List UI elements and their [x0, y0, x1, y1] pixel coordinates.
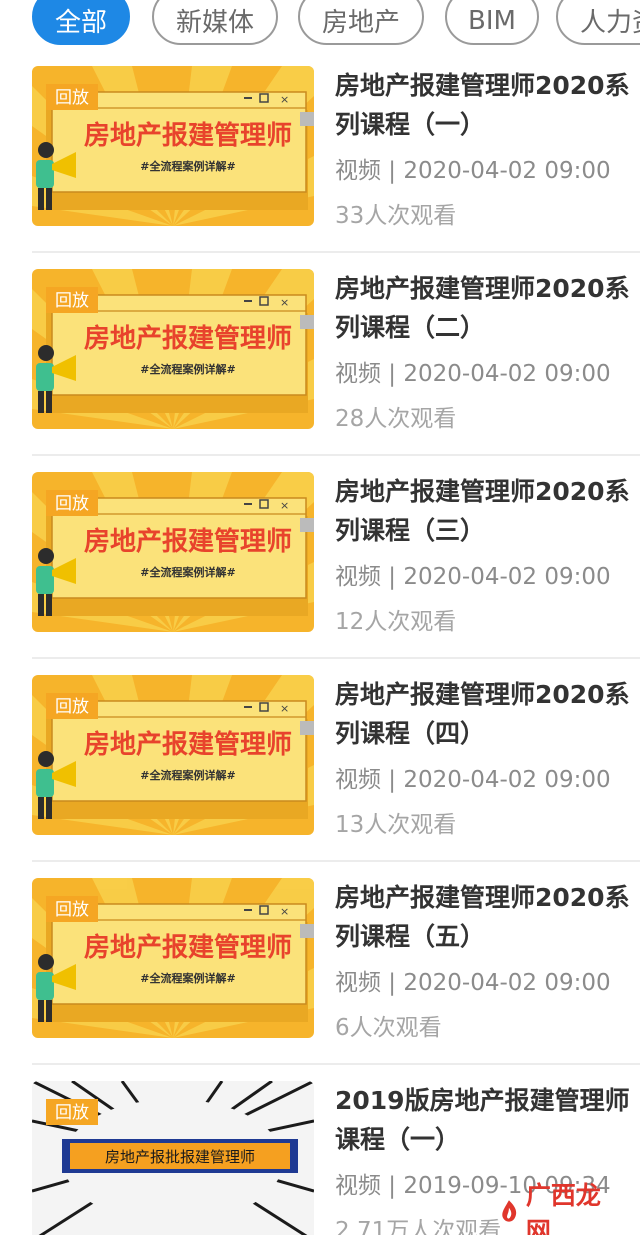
tab-real-estate[interactable]: 房地产	[298, 0, 424, 45]
course-title[interactable]: 房地产报建管理师2020系列课程（一）	[335, 66, 631, 144]
poster-banner-text: 房地产报建管理师	[84, 323, 292, 354]
poster-subtitle: #全流程案例详解#	[140, 768, 235, 782]
tab-new-media[interactable]: 新媒体	[152, 0, 278, 45]
site-watermark: 广西龙网	[498, 1181, 610, 1235]
poster-subtitle: #全流程案例详解#	[140, 362, 235, 376]
view-count: 33人次观看	[335, 203, 457, 229]
course-title[interactable]: 房地产报建管理师2020系列课程（五）	[335, 878, 631, 956]
course-thumbnail[interactable]: × 回放 房地产报建管理师 #全流程案例详解#	[32, 878, 314, 1038]
poster-image: × 回放 房地产报建管理师 #全流程案例详解#	[32, 675, 314, 835]
poster-banner-text: 房地产报建管理师	[84, 932, 292, 963]
poster-image: × 回放 房地产报建管理师 #全流程案例详解#	[32, 472, 314, 632]
replay-badge: 回放	[55, 494, 89, 514]
tab-label: 全部	[54, 8, 107, 38]
view-count: 12人次观看	[335, 609, 457, 635]
poster-banner-text: 房地产报建管理师	[84, 729, 292, 760]
course-item[interactable]: × 回放 房地产报建管理师 #全流程案例详解# 房地产报建管理师2020系列课程…	[0, 659, 640, 862]
watermark-logo-icon	[502, 1200, 517, 1222]
poster-banner-text: 房地产报批报建管理师	[105, 1148, 255, 1166]
course-thumbnail[interactable]: × 回放 房地产报建管理师 #全流程案例详解#	[32, 675, 314, 835]
poster-image: 回放 房地产报批报建管理师	[32, 1081, 314, 1235]
course-meta: 视频 | 2020-04-02 09:00	[335, 564, 611, 590]
replay-badge: 回放	[55, 291, 89, 311]
poster-subtitle: #全流程案例详解#	[140, 971, 235, 985]
course-thumbnail[interactable]: 回放 房地产报批报建管理师	[32, 1081, 314, 1235]
course-item[interactable]: × 回放 房地产报建管理师 #全流程案例详解# 房地产报建管理师2020系列课程…	[0, 456, 640, 659]
poster-subtitle: #全流程案例详解#	[140, 159, 235, 173]
svg-text:×: ×	[280, 702, 289, 715]
course-title[interactable]: 房地产报建管理师2020系列课程（二）	[335, 269, 631, 347]
watermark-text: 广西龙网	[525, 1181, 601, 1235]
replay-badge: 回放	[55, 1103, 89, 1123]
svg-text:×: ×	[280, 905, 289, 918]
poster-banner-text: 房地产报建管理师	[84, 526, 292, 557]
course-title[interactable]: 房地产报建管理师2020系列课程（三）	[335, 472, 631, 550]
course-thumbnail[interactable]: × 回放 房地产报建管理师 #全流程案例详解#	[32, 269, 314, 429]
replay-badge: 回放	[55, 900, 89, 920]
tab-label: 人力资	[580, 8, 640, 38]
poster-subtitle: #全流程案例详解#	[140, 565, 235, 579]
course-thumbnail[interactable]: × 回放 房地产报建管理师 #全流程案例详解#	[32, 472, 314, 632]
view-count: 28人次观看	[335, 406, 457, 432]
poster-banner-text: 房地产报建管理师	[84, 120, 292, 151]
poster-image: × 回放 房地产报建管理师 #全流程案例详解#	[32, 269, 314, 429]
course-thumbnail[interactable]: × 回放 房地产报建管理师 #全流程案例详解#	[32, 66, 314, 226]
category-tab-bar: 全部 新媒体 房地产 BIM 人力资	[0, 0, 640, 50]
svg-text:×: ×	[280, 499, 289, 512]
course-item[interactable]: × 回放 房地产报建管理师 #全流程案例详解# 房地产报建管理师2020系列课程…	[0, 862, 640, 1065]
course-meta: 视频 | 2020-04-02 09:00	[335, 361, 611, 387]
replay-badge: 回放	[55, 88, 89, 108]
tab-label: 新媒体	[175, 8, 254, 38]
svg-text:×: ×	[280, 296, 289, 309]
poster-image: × 回放 房地产报建管理师 #全流程案例详解#	[32, 878, 314, 1038]
tab-bim[interactable]: BIM	[445, 0, 539, 45]
poster-image: × 回放 房地产报建管理师 #全流程案例详解#	[32, 66, 314, 226]
replay-badge: 回放	[55, 697, 89, 717]
course-title[interactable]: 2019版房地产报建管理师课程（一）	[335, 1081, 631, 1159]
view-count: 2.71万人次观看	[335, 1218, 502, 1235]
course-item[interactable]: × 回放 房地产报建管理师 #全流程案例详解# 房地产报建管理师2020系列课程…	[0, 253, 640, 456]
course-title[interactable]: 房地产报建管理师2020系列课程（四）	[335, 675, 631, 753]
svg-text:×: ×	[280, 93, 289, 106]
course-item[interactable]: × 回放 房地产报建管理师 #全流程案例详解# 房地产报建管理师2020系列课程…	[0, 50, 640, 253]
view-count: 6人次观看	[335, 1015, 442, 1041]
course-meta: 视频 | 2020-04-02 09:00	[335, 158, 611, 184]
course-meta: 视频 | 2020-04-02 09:00	[335, 970, 611, 996]
course-meta: 视频 | 2020-04-02 09:00	[335, 767, 611, 793]
tab-label: BIM	[468, 5, 516, 36]
tab-hr[interactable]: 人力资	[556, 0, 640, 45]
view-count: 13人次观看	[335, 812, 457, 838]
tab-label: 房地产	[321, 8, 400, 38]
tab-all[interactable]: 全部	[32, 0, 130, 45]
